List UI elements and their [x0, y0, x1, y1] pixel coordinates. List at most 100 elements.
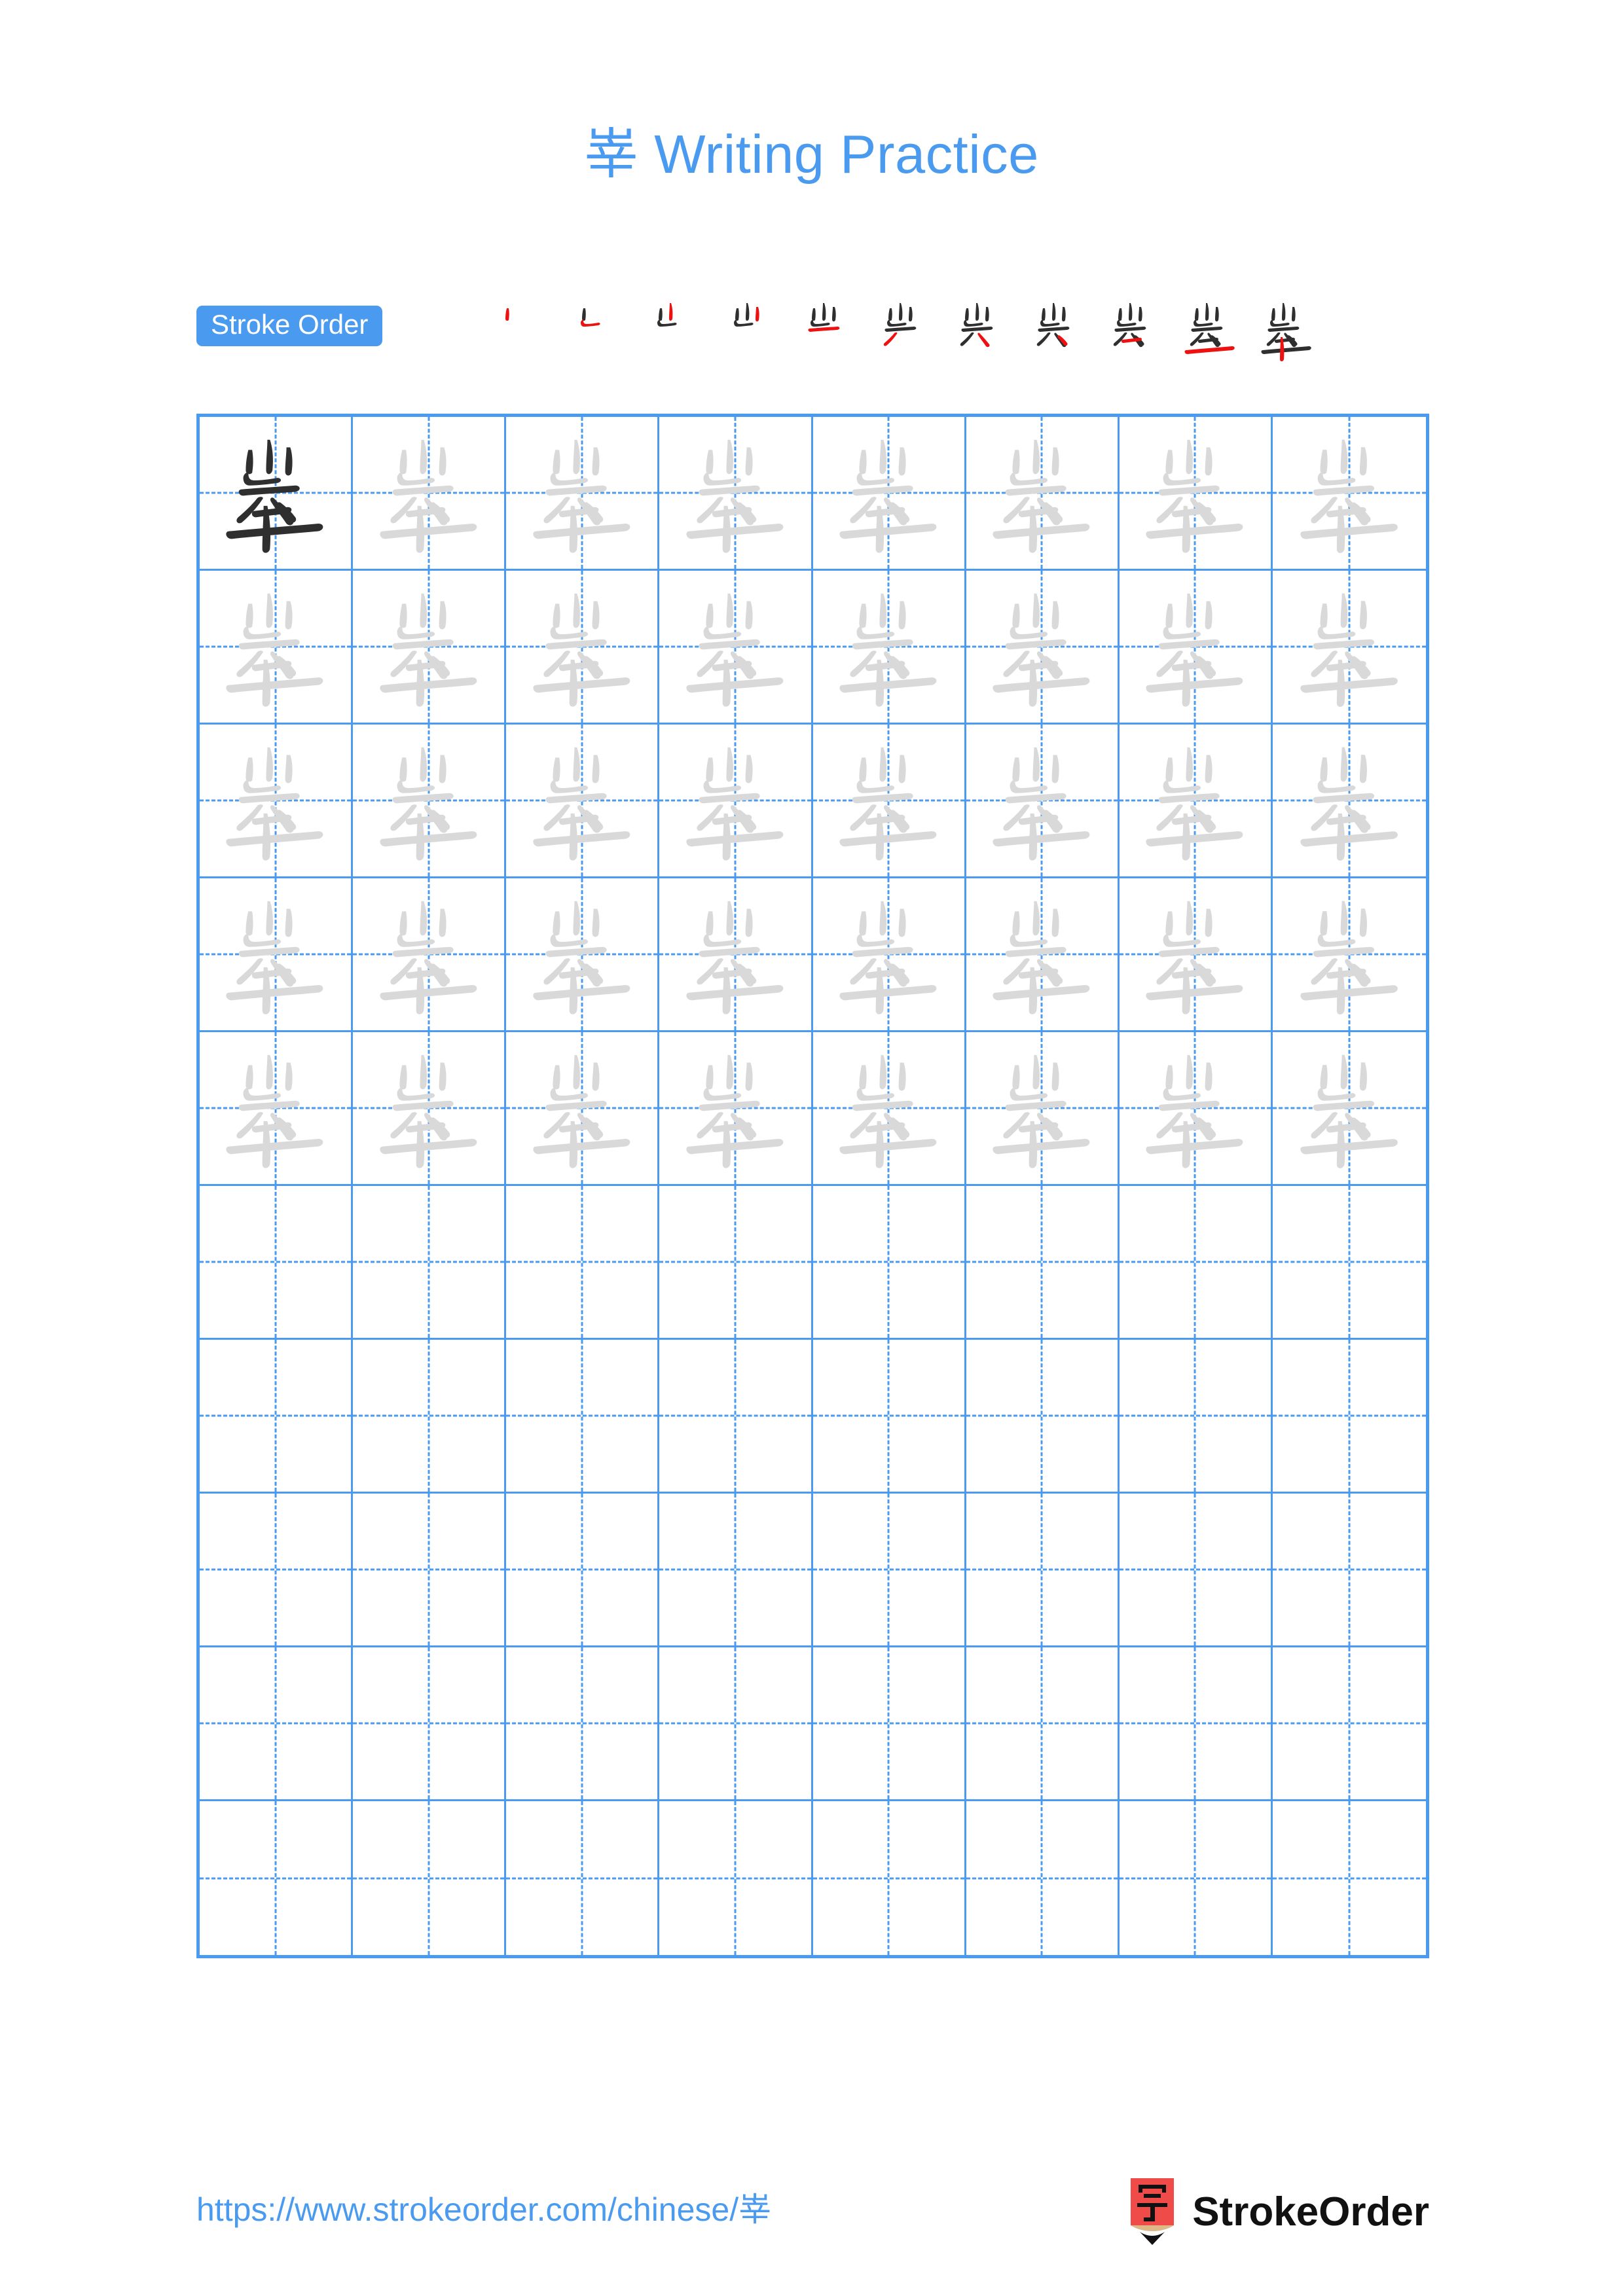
- practice-cell-r6-c5[interactable]: [812, 1186, 966, 1340]
- practice-cell-r10-c2[interactable]: [353, 1801, 507, 1955]
- practice-cell-r3-c3[interactable]: [506, 725, 660, 878]
- practice-cell-r10-c8[interactable]: [1272, 1801, 1426, 1955]
- practice-cell-r2-c7[interactable]: [1119, 571, 1273, 725]
- practice-cell-r6-c3[interactable]: [506, 1186, 660, 1340]
- cell-vertical-guide: [274, 1494, 277, 1645]
- practice-cell-r5-c6[interactable]: [966, 1032, 1120, 1186]
- practice-cell-r5-c7[interactable]: [1119, 1032, 1273, 1186]
- practice-cell-r10-c5[interactable]: [812, 1801, 966, 1955]
- practice-cell-r2-c1[interactable]: [200, 571, 354, 725]
- practice-cell-r4-c1[interactable]: [200, 878, 354, 1032]
- practice-cell-r1-c2[interactable]: [353, 417, 507, 571]
- practice-cell-r9-c8[interactable]: [1272, 1647, 1426, 1801]
- practice-cell-r8-c7[interactable]: [1119, 1494, 1273, 1647]
- practice-cell-r5-c2[interactable]: [353, 1032, 507, 1186]
- practice-cell-r7-c1[interactable]: [200, 1340, 354, 1494]
- practice-cell-r3-c6[interactable]: [966, 725, 1120, 878]
- practice-cell-r8-c4[interactable]: [659, 1494, 813, 1647]
- cell-horizontal-guide: [200, 1261, 352, 1263]
- cell-horizontal-guide: [659, 1568, 811, 1571]
- trace-character: [1273, 725, 1426, 876]
- practice-cell-r3-c4[interactable]: [659, 725, 813, 878]
- cell-vertical-guide: [734, 1801, 737, 1955]
- practice-cell-r7-c3[interactable]: [506, 1340, 660, 1494]
- practice-cell-r3-c8[interactable]: [1272, 725, 1426, 878]
- cell-horizontal-guide: [966, 1261, 1118, 1263]
- practice-cell-r4-c3[interactable]: [506, 878, 660, 1032]
- practice-cell-r8-c3[interactable]: [506, 1494, 660, 1647]
- practice-cell-r2-c2[interactable]: [353, 571, 507, 725]
- stroke-order-section: Stroke Order: [196, 298, 1429, 370]
- practice-cell-r9-c2[interactable]: [353, 1647, 507, 1801]
- practice-cell-r5-c4[interactable]: [659, 1032, 813, 1186]
- cell-vertical-guide: [734, 1186, 737, 1338]
- stroke-order-step-8: [1024, 298, 1089, 370]
- practice-cell-r7-c4[interactable]: [659, 1340, 813, 1494]
- trace-character: [1120, 725, 1271, 876]
- practice-cell-r2-c8[interactable]: [1272, 571, 1426, 725]
- practice-cell-r4-c2[interactable]: [353, 878, 507, 1032]
- practice-cell-r10-c4[interactable]: [659, 1801, 813, 1955]
- stroke-order-step-5: [794, 298, 860, 370]
- practice-cell-r3-c1[interactable]: [200, 725, 354, 878]
- cell-horizontal-guide: [1119, 1568, 1271, 1571]
- practice-cell-r8-c2[interactable]: [353, 1494, 507, 1647]
- practice-cell-r8-c5[interactable]: [812, 1494, 966, 1647]
- practice-cell-r9-c3[interactable]: [506, 1647, 660, 1801]
- practice-cell-r10-c3[interactable]: [506, 1801, 660, 1955]
- practice-cell-r2-c5[interactable]: [812, 571, 966, 725]
- practice-cell-r1-c7[interactable]: [1119, 417, 1273, 571]
- practice-cell-r1-c8[interactable]: [1272, 417, 1426, 571]
- practice-cell-r7-c7[interactable]: [1119, 1340, 1273, 1494]
- practice-cell-r4-c7[interactable]: [1119, 878, 1273, 1032]
- practice-cell-r1-c6[interactable]: [966, 417, 1120, 571]
- stroke-order-step-6: [871, 298, 936, 370]
- practice-cell-r6-c1[interactable]: [200, 1186, 354, 1340]
- cell-vertical-guide: [1348, 1647, 1351, 1799]
- practice-cell-r5-c3[interactable]: [506, 1032, 660, 1186]
- practice-cell-r9-c5[interactable]: [812, 1647, 966, 1801]
- practice-cell-r10-c7[interactable]: [1119, 1801, 1273, 1955]
- practice-cell-r6-c7[interactable]: [1119, 1186, 1273, 1340]
- practice-cell-r3-c2[interactable]: [353, 725, 507, 878]
- practice-cell-r1-c3[interactable]: [506, 417, 660, 571]
- practice-cell-r1-c1[interactable]: [200, 417, 354, 571]
- stroke-order-step-7: [947, 298, 1013, 370]
- practice-cell-r6-c8[interactable]: [1272, 1186, 1426, 1340]
- practice-cell-r2-c4[interactable]: [659, 571, 813, 725]
- practice-cell-r2-c3[interactable]: [506, 571, 660, 725]
- practice-cell-r10-c6[interactable]: [966, 1801, 1120, 1955]
- practice-cell-r2-c6[interactable]: [966, 571, 1120, 725]
- practice-cell-r5-c8[interactable]: [1272, 1032, 1426, 1186]
- practice-cell-r4-c5[interactable]: [812, 878, 966, 1032]
- practice-cell-r1-c5[interactable]: [812, 417, 966, 571]
- practice-cell-r9-c7[interactable]: [1119, 1647, 1273, 1801]
- practice-cell-r4-c8[interactable]: [1272, 878, 1426, 1032]
- practice-cell-r9-c6[interactable]: [966, 1647, 1120, 1801]
- practice-cell-r8-c8[interactable]: [1272, 1494, 1426, 1647]
- practice-cell-r7-c6[interactable]: [966, 1340, 1120, 1494]
- practice-cell-r6-c4[interactable]: [659, 1186, 813, 1340]
- practice-cell-r5-c5[interactable]: [812, 1032, 966, 1186]
- practice-cell-r7-c2[interactable]: [353, 1340, 507, 1494]
- footer-url[interactable]: https://www.strokeorder.com/chinese/峷: [196, 2183, 771, 2231]
- practice-cell-r5-c1[interactable]: [200, 1032, 354, 1186]
- practice-cell-r9-c4[interactable]: [659, 1647, 813, 1801]
- brand-logo-group[interactable]: StrokeOrder: [1127, 2178, 1429, 2246]
- cell-horizontal-guide: [1119, 1877, 1271, 1879]
- practice-cell-r3-c5[interactable]: [812, 725, 966, 878]
- practice-cell-r9-c1[interactable]: [200, 1647, 354, 1801]
- practice-cell-r7-c5[interactable]: [812, 1340, 966, 1494]
- practice-cell-r8-c6[interactable]: [966, 1494, 1120, 1647]
- practice-cell-r8-c1[interactable]: [200, 1494, 354, 1647]
- practice-cell-r7-c8[interactable]: [1272, 1340, 1426, 1494]
- practice-cell-r6-c6[interactable]: [966, 1186, 1120, 1340]
- practice-cell-r3-c7[interactable]: [1119, 725, 1273, 878]
- practice-cell-r4-c4[interactable]: [659, 878, 813, 1032]
- practice-cell-r4-c6[interactable]: [966, 878, 1120, 1032]
- practice-cell-r6-c2[interactable]: [353, 1186, 507, 1340]
- cell-horizontal-guide: [659, 1414, 811, 1417]
- trace-character: [966, 571, 1118, 723]
- practice-cell-r1-c4[interactable]: [659, 417, 813, 571]
- practice-cell-r10-c1[interactable]: [200, 1801, 354, 1955]
